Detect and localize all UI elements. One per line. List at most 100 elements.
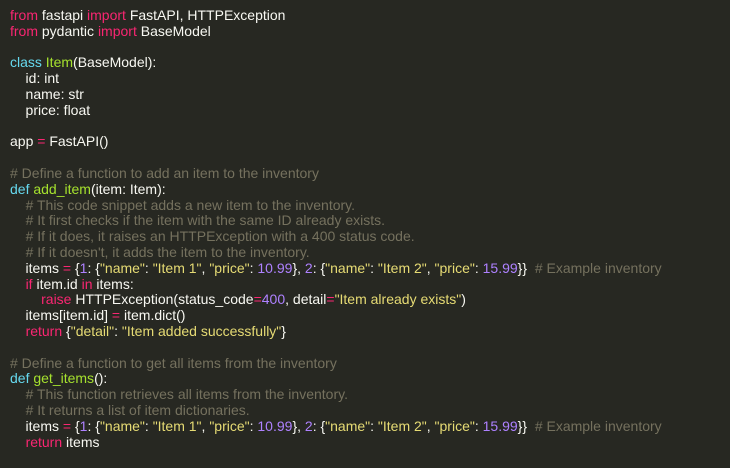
code-token-plain: id: int [10, 70, 60, 87]
code-line: # It returns a list of item dictionaries… [10, 401, 730, 419]
code-token-plain: : [474, 417, 483, 434]
code-token-plain: app [10, 133, 38, 150]
code-token-plain: : { [87, 259, 100, 276]
code-token-plain: : { [87, 417, 100, 434]
code-token-plain: }} [517, 259, 535, 276]
code-token-plain: FastAPI, HTTPException [125, 7, 286, 23]
code-token-plain: : [370, 417, 378, 434]
code-token-plain: items [62, 433, 100, 450]
code-token-plain: item.id [32, 275, 82, 292]
code-token-string: "price" [434, 417, 475, 434]
code-token-plain: { [71, 417, 80, 434]
code-token-comment: # Example inventory [534, 417, 662, 434]
code-token-fn: add_item [33, 180, 91, 197]
code-line: def get_items(): [10, 370, 730, 387]
code-line: app = FastAPI() [10, 133, 730, 150]
code-token-keyword: from [10, 7, 38, 23]
code-token-plain: , detail [285, 291, 327, 308]
code-token-keyword: import [87, 7, 126, 23]
code-line: items[item.id] = item.dict() [10, 307, 730, 324]
code-token-plain: } [281, 322, 286, 339]
code-token-keyword: return [25, 322, 63, 339]
code-token-string: "Item 1" [152, 259, 202, 276]
code-token-comment: # It first checks if the item with the s… [25, 212, 386, 229]
code-token-plain: }, [292, 417, 305, 434]
code-token-plain: : [370, 259, 378, 276]
code-token-comment: # It returns a list of item dictionaries… [25, 401, 250, 418]
code-token-plain: : [144, 417, 153, 434]
code-token-string: "name" [325, 417, 371, 434]
code-token-plain: price: float [10, 101, 91, 118]
code-token-number: 15.99 [482, 259, 518, 276]
code-token-string: "Item already exists" [334, 291, 462, 308]
code-token-plain: item.dict() [120, 307, 186, 324]
code-token-plain: BaseModel [136, 22, 211, 39]
code-token-number: 2 [304, 417, 313, 434]
code-token-keyword: = [111, 307, 121, 324]
code-token-string: "Item 2" [377, 259, 427, 276]
code-token-number: 10.99 [257, 259, 293, 276]
code-token-plain: (BaseModel): [73, 54, 157, 71]
code-token-plain: items: [92, 275, 134, 292]
code-token-plain: pydantic [38, 22, 98, 39]
code-token-plain: , [426, 259, 435, 276]
code-token-number: 400 [261, 291, 286, 308]
code-token-plain: HTTPException(status_code [71, 291, 254, 308]
code-token-plain: }, [292, 259, 305, 276]
code-token-comment: # Define a function to add an item to th… [10, 164, 319, 181]
code-line: from fastapi import FastAPI, HTTPExcepti… [10, 7, 730, 24]
code-token-comment: # Define a function to get all items fro… [10, 354, 337, 371]
code-token-string: "name" [325, 259, 371, 276]
code-line: # Define a function to get all items fro… [10, 354, 730, 372]
code-token-plain: : [114, 322, 122, 339]
code-token-plain: : [144, 259, 153, 276]
code-line: # If it doesn't, it adds the item to the… [10, 243, 730, 261]
code-line: # If it does, it raises an HTTPException… [10, 228, 730, 245]
code-token-plain: (): [94, 370, 108, 387]
code-token-plain: , [426, 417, 435, 434]
code-token-keyword: raise [41, 291, 72, 308]
code-token-keyword: = [326, 291, 335, 308]
code-token-keyword: = [62, 417, 72, 434]
code-token-keyword: return [25, 433, 63, 450]
code-token-plain: { [62, 322, 71, 339]
code-token-def: def [10, 370, 30, 387]
code-line: id: int [10, 70, 730, 87]
code-token-number: 10.99 [257, 417, 293, 434]
code-editor[interactable]: from fastapi import FastAPI, HTTPExcepti… [0, 0, 730, 468]
code-token-string: "price" [434, 259, 475, 276]
code-token-string: "Item added successfully" [121, 322, 282, 339]
code-token-number: 15.99 [482, 417, 518, 434]
code-token-keyword: = [62, 259, 72, 276]
code-line: # It first checks if the item with the s… [10, 212, 730, 229]
code-line: return {"detail": "Item added successful… [10, 322, 730, 340]
code-line: # This code snippet adds a new item to t… [10, 196, 730, 214]
code-line: price: float [10, 101, 730, 119]
code-line: def add_item(item: Item): [10, 180, 730, 198]
code-line: raise HTTPException(status_code = 400, det… [10, 291, 730, 308]
code-token-keyword: import [97, 22, 137, 39]
code-token-comment: # If it does, it raises an HTTPException… [25, 228, 415, 245]
code-line: return items [10, 433, 730, 451]
code-token-plain: items [10, 259, 63, 276]
code-token-keyword: in [81, 275, 93, 292]
code-token-number: 2 [304, 259, 313, 276]
code-token-comment: # If it doesn't, it adds the item to the… [25, 243, 310, 260]
code-line: # This function retrieves all items from… [10, 386, 730, 403]
code-line: from pydantic import BaseModel [10, 22, 730, 40]
code-line: name: str [10, 86, 730, 103]
code-token-string: "Item 1" [152, 417, 202, 434]
code-token-string: "price" [209, 417, 250, 434]
code-token-string: "price" [209, 259, 250, 276]
code-token-comment: # This code snippet adds a new item to t… [25, 196, 356, 213]
code-token-string: "name" [99, 417, 145, 434]
